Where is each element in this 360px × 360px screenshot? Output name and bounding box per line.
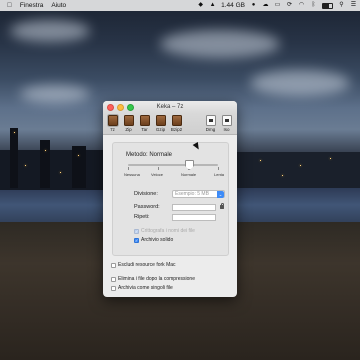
city-light — [282, 175, 283, 176]
method-slider-track[interactable] — [128, 164, 218, 166]
format-bzip2-button[interactable]: Bzip2 — [169, 115, 184, 132]
zoom-button[interactable] — [127, 104, 134, 111]
format-label: Zip — [125, 127, 132, 132]
archive-icon — [155, 115, 166, 126]
disk-image-icon — [221, 115, 232, 126]
format-toolbar: 7z Zip Tar Gzip Bzip2 Dmg Iso — [103, 113, 237, 135]
lock-icon — [220, 203, 224, 209]
checkbox-box — [111, 276, 116, 282]
password-label: Password: — [134, 204, 160, 210]
archive-separately-label: Archivia come singoli file — [118, 285, 173, 291]
bluetooth-icon[interactable]: ᛒ — [310, 2, 317, 9]
archive-icon — [123, 115, 134, 126]
checkbox-box — [111, 262, 116, 268]
format-tar-button[interactable]: Tar — [137, 115, 152, 132]
format-zip-button[interactable]: Zip — [121, 115, 136, 132]
cloud — [160, 30, 280, 58]
skyline-right — [237, 152, 360, 188]
repeat-password-field[interactable] — [172, 214, 216, 221]
format-gzip-button[interactable]: Gzip — [153, 115, 168, 132]
city-light — [260, 160, 261, 161]
slider-tick — [218, 167, 219, 170]
chevron-down-icon: ⌄ — [217, 191, 224, 198]
dropbox-icon[interactable]: ◆ — [197, 2, 204, 9]
format-iso-button[interactable]: Iso — [219, 115, 234, 132]
delete-after-label: Elimina i file dopo la compressione — [118, 276, 195, 282]
tower — [10, 128, 18, 188]
archive-separately-checkbox[interactable]: Archivia come singoli file — [111, 285, 173, 291]
menu-aiuto[interactable]: Aiuto — [51, 2, 66, 9]
cloud — [10, 20, 90, 42]
minimize-button[interactable] — [117, 104, 124, 111]
checkmark-icon: ✓ — [134, 228, 139, 234]
exclude-fork-label: Escludi resource fork Mac — [118, 262, 176, 268]
options-panel: Metodo: Normale Nessuna Veloce Normale L… — [112, 142, 229, 256]
encrypt-names-checkbox[interactable]: ✓ Crittografa i nomi dei file — [134, 228, 195, 234]
delete-after-checkbox[interactable]: Elimina i file dopo la compressione — [111, 276, 195, 282]
checkmark-icon: ✓ — [134, 237, 139, 243]
format-label: Iso — [223, 127, 230, 132]
title-bar[interactable]: Keka – 7z — [103, 101, 237, 113]
notification-icon[interactable]: ☰ — [350, 2, 357, 9]
cloud-icon[interactable]: ☁ — [262, 2, 269, 9]
keka-window: Keka – 7z 7z Zip Tar Gzip Bzip2 Dmg Iso … — [103, 101, 237, 297]
checkbox-box — [111, 285, 116, 291]
tower — [72, 146, 86, 188]
repeat-label: Ripeti: — [134, 214, 150, 220]
division-select[interactable]: Esempio: 5 MB ⌄ — [172, 190, 225, 198]
division-placeholder: Esempio: 5 MB — [175, 191, 209, 197]
display-icon[interactable]: ▭ — [274, 2, 281, 9]
disk-image-icon — [205, 115, 216, 126]
division-label: Divisione: — [134, 191, 158, 197]
level-label: Nessuna — [124, 172, 140, 177]
password-field[interactable] — [172, 204, 216, 211]
city-light — [60, 172, 61, 173]
exclude-fork-checkbox[interactable]: Escludi resource fork Mac — [111, 262, 176, 268]
city-light — [78, 155, 79, 156]
encrypt-names-label: Crittografa i nomi dei file — [141, 228, 195, 234]
format-7z-button[interactable]: 7z — [105, 115, 120, 132]
window-title: Keka – 7z — [156, 104, 184, 110]
solid-archive-checkbox[interactable]: ✓ Archivio solido — [134, 237, 173, 243]
city-light — [300, 165, 301, 166]
menu-finestra[interactable]: Finestra — [20, 2, 43, 9]
slider-tick — [158, 167, 159, 170]
city-light — [25, 165, 26, 166]
tower — [40, 140, 50, 188]
close-button[interactable] — [107, 104, 114, 111]
cloud — [20, 85, 90, 103]
volume-icon[interactable]: ▲ — [209, 2, 216, 9]
memory-indicator[interactable]: 1.44 GB — [221, 2, 245, 9]
apple-icon[interactable]:  — [7, 2, 12, 9]
city-light — [45, 150, 46, 151]
level-label: Normale — [181, 172, 197, 177]
spotlight-icon[interactable]: ⚲ — [338, 2, 345, 9]
method-slider-thumb[interactable] — [185, 160, 194, 170]
format-label: Gzip — [155, 127, 166, 132]
wifi-icon[interactable]: ◠ — [298, 2, 305, 9]
level-label: Veloce — [151, 172, 164, 177]
format-label: Tar — [141, 127, 148, 132]
level-label: Lenta — [214, 172, 225, 177]
format-label: 7z — [110, 127, 115, 132]
user-icon[interactable]: ● — [250, 2, 257, 9]
sync-icon[interactable]: ⟳ — [286, 2, 293, 9]
archive-icon — [171, 115, 182, 126]
format-label: Dmg — [205, 127, 216, 132]
cloud — [250, 70, 350, 96]
battery-icon[interactable] — [322, 2, 333, 9]
archive-icon — [139, 115, 150, 126]
slider-tick — [128, 167, 129, 170]
city-light — [330, 158, 331, 159]
menu-bar:  Finestra Aiuto ◆ ▲ 1.44 GB ● ☁ ▭ ⟳ ◠ ᛒ… — [0, 0, 360, 11]
method-label: Metodo: Normale — [126, 152, 173, 158]
format-label: Bzip2 — [170, 127, 183, 132]
solid-archive-label: Archivio solido — [141, 237, 174, 243]
archive-icon — [107, 115, 118, 126]
format-dmg-button[interactable]: Dmg — [203, 115, 218, 132]
city-light — [14, 132, 15, 133]
